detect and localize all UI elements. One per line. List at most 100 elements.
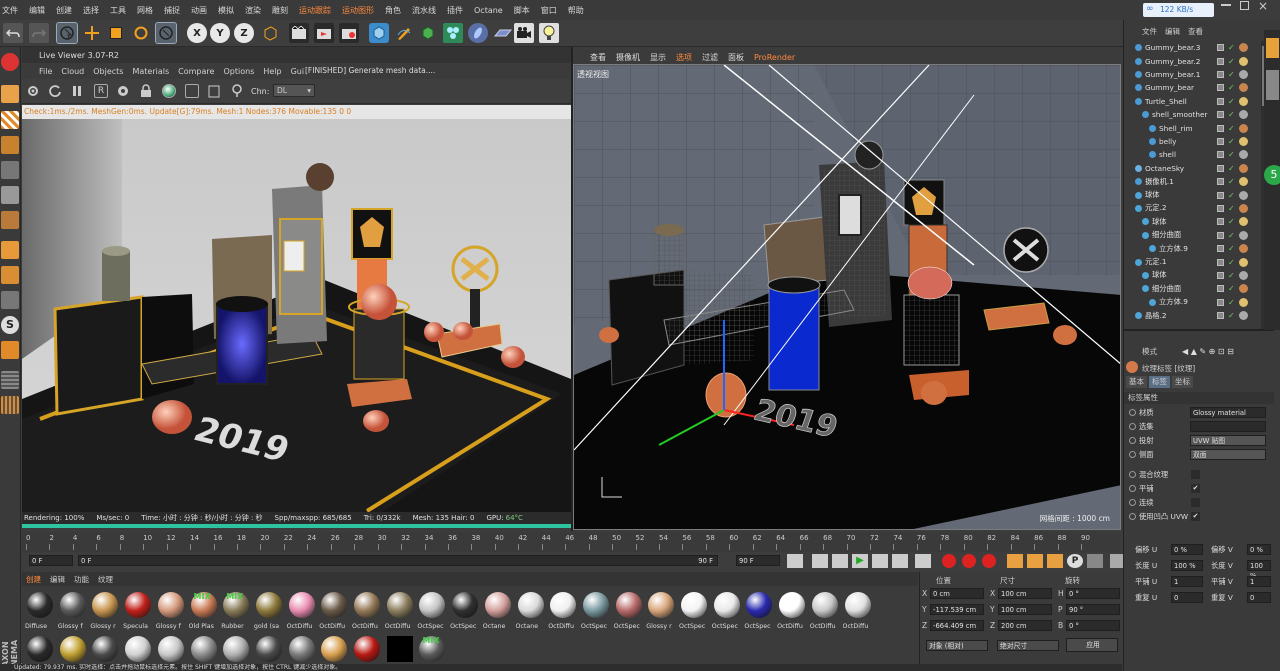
lv-menu-item-7[interactable]: Gui [291, 67, 305, 76]
menu-item-3[interactable]: 选择 [83, 5, 99, 16]
enabled-check-icon[interactable]: ✓ [1228, 271, 1235, 280]
enabled-check-icon[interactable]: ✓ [1228, 110, 1235, 119]
material-swatch[interactable]: OctSpec [744, 590, 774, 634]
viewport-menu-item-4[interactable]: 过滤 [702, 52, 718, 63]
coord-field-size[interactable]: 100 cm [998, 588, 1052, 599]
enabled-check-icon[interactable]: ✓ [1228, 70, 1235, 79]
uv-field[interactable]: 0 % [1247, 544, 1271, 555]
play-icon[interactable]: ▶ [852, 554, 868, 568]
visibility-toggle[interactable] [1217, 57, 1224, 65]
side-tab-objects[interactable] [1266, 38, 1279, 58]
pick-focus-icon[interactable] [185, 84, 199, 98]
visibility-toggle[interactable] [1217, 298, 1224, 306]
object-row[interactable]: shell ✓ [1124, 148, 1274, 161]
checkbox[interactable] [1191, 498, 1200, 507]
restart-icon[interactable] [48, 84, 62, 98]
coordinate-system-icon[interactable] [260, 23, 280, 43]
object-row[interactable]: belly ✓ [1124, 135, 1274, 148]
checkbox[interactable]: ✔ [1191, 512, 1200, 521]
object-row[interactable]: Shell_rim ✓ [1124, 121, 1274, 134]
coord-field-rot[interactable]: 90 ° [1066, 604, 1120, 615]
object-row[interactable]: 细分曲面 ✓ [1124, 282, 1274, 295]
material-menu-item-3[interactable]: 纹理 [98, 574, 113, 585]
menu-item-7[interactable]: 动画 [191, 5, 207, 16]
object-row[interactable]: Gummy_bear.2 ✓ [1124, 54, 1274, 67]
cloner-icon[interactable] [443, 23, 463, 43]
material-swatch[interactable]: Octane [483, 590, 513, 634]
parameter-key-icon[interactable]: P [1067, 554, 1083, 568]
point-level-icon[interactable] [1087, 554, 1103, 568]
lv-menu-item-4[interactable]: Compare [178, 67, 214, 76]
visibility-toggle[interactable] [1217, 231, 1224, 239]
material-swatch[interactable]: OctSpec [450, 590, 480, 634]
lv-menu-item-5[interactable]: Options [223, 67, 254, 76]
visibility-toggle[interactable] [1217, 218, 1224, 226]
viewport-menu-item-1[interactable]: 摄像机 [616, 52, 640, 63]
settings-gear-icon[interactable] [26, 84, 40, 98]
tweak-mode-icon[interactable] [1, 266, 19, 284]
radio-icon[interactable] [1129, 423, 1136, 430]
pin-icon[interactable] [230, 84, 244, 98]
end-frame-field[interactable]: 90 F [736, 555, 780, 566]
object-row[interactable]: 立方体.9 ✓ [1124, 242, 1274, 255]
auto-key-icon[interactable] [962, 554, 976, 568]
radio-icon[interactable] [1129, 513, 1136, 520]
enabled-check-icon[interactable]: ✓ [1228, 244, 1235, 253]
minimize-icon[interactable] [1221, 4, 1231, 6]
attribute-tab-2[interactable]: 坐标 [1172, 376, 1193, 388]
position-key-icon[interactable] [1007, 554, 1023, 568]
visibility-toggle[interactable] [1217, 271, 1224, 279]
menu-item-18[interactable]: 窗口 [541, 5, 557, 16]
perspective-viewport[interactable]: 2019 透视视图 网格间距 : 1000 cm [573, 64, 1121, 530]
radio-icon[interactable] [1129, 451, 1136, 458]
object-row[interactable]: Turtle_Shell ✓ [1124, 95, 1274, 108]
material-swatch[interactable]: OctDiffu [385, 590, 415, 634]
material-swatch[interactable]: OctSpec [581, 590, 611, 634]
record-icon[interactable] [942, 554, 956, 568]
viewport-menu-item-5[interactable]: 面板 [728, 52, 744, 63]
object-row[interactable]: 球体 ✓ [1124, 269, 1274, 282]
material-swatch[interactable]: Glossy f [58, 590, 88, 634]
object-row[interactable]: 球体 ✓ [1124, 215, 1274, 228]
render-to-picture-viewer-icon[interactable] [314, 23, 334, 43]
lv-menu-item-1[interactable]: Cloud [61, 67, 84, 76]
recent-tool-icon[interactable] [155, 22, 177, 44]
region-icon[interactable]: R [94, 84, 108, 98]
menu-item-11[interactable]: 运动跟踪 [299, 5, 331, 16]
menu-item-15[interactable]: 插件 [447, 5, 463, 16]
visibility-toggle[interactable] [1217, 124, 1224, 132]
material-tag-icon[interactable] [1239, 311, 1248, 321]
enabled-check-icon[interactable]: ✓ [1228, 83, 1235, 92]
frame-slider[interactable]: 0 F 90 F [78, 555, 718, 566]
menu-item-1[interactable]: 编辑 [29, 5, 45, 16]
lock-workplane-icon[interactable] [1, 396, 19, 414]
light-icon[interactable] [539, 23, 559, 43]
menu-item-13[interactable]: 角色 [385, 5, 401, 16]
size-mode-select[interactable]: 绝对尺寸 [997, 640, 1059, 651]
enabled-check-icon[interactable]: ✓ [1228, 164, 1235, 173]
menu-item-12[interactable]: 运动图形 [342, 5, 374, 16]
visibility-toggle[interactable] [1217, 84, 1224, 92]
material-swatch[interactable]: Octane [516, 590, 546, 634]
object-row[interactable]: Gummy_bear.3 ✓ [1124, 41, 1274, 54]
object-row[interactable]: 元定.1 ✓ [1124, 255, 1274, 268]
prev-frame-icon[interactable] [832, 554, 848, 568]
material-swatch[interactable]: OctSpec [679, 590, 709, 634]
lv-menu-item-2[interactable]: Objects [93, 67, 123, 76]
material-tag-icon[interactable] [1239, 43, 1248, 53]
menu-item-5[interactable]: 网格 [137, 5, 153, 16]
material-swatch[interactable]: OctSpec [712, 590, 742, 634]
camera-icon[interactable] [514, 23, 534, 43]
material-tag-icon[interactable] [1239, 217, 1248, 227]
material-tag-icon[interactable] [1239, 257, 1248, 267]
object-row[interactable]: Gummy_bear ✓ [1124, 81, 1274, 94]
menu-item-14[interactable]: 流水线 [412, 5, 436, 16]
material-tag-icon[interactable] [1239, 136, 1248, 146]
visibility-toggle[interactable] [1217, 111, 1224, 119]
visibility-toggle[interactable] [1217, 151, 1224, 159]
visibility-toggle[interactable] [1217, 137, 1224, 145]
radio-icon[interactable] [1129, 471, 1136, 478]
material-swatch[interactable]: Diffuse [25, 590, 55, 634]
material-tag-icon[interactable] [1239, 284, 1248, 294]
material-swatch[interactable]: OctSpec [417, 590, 447, 634]
